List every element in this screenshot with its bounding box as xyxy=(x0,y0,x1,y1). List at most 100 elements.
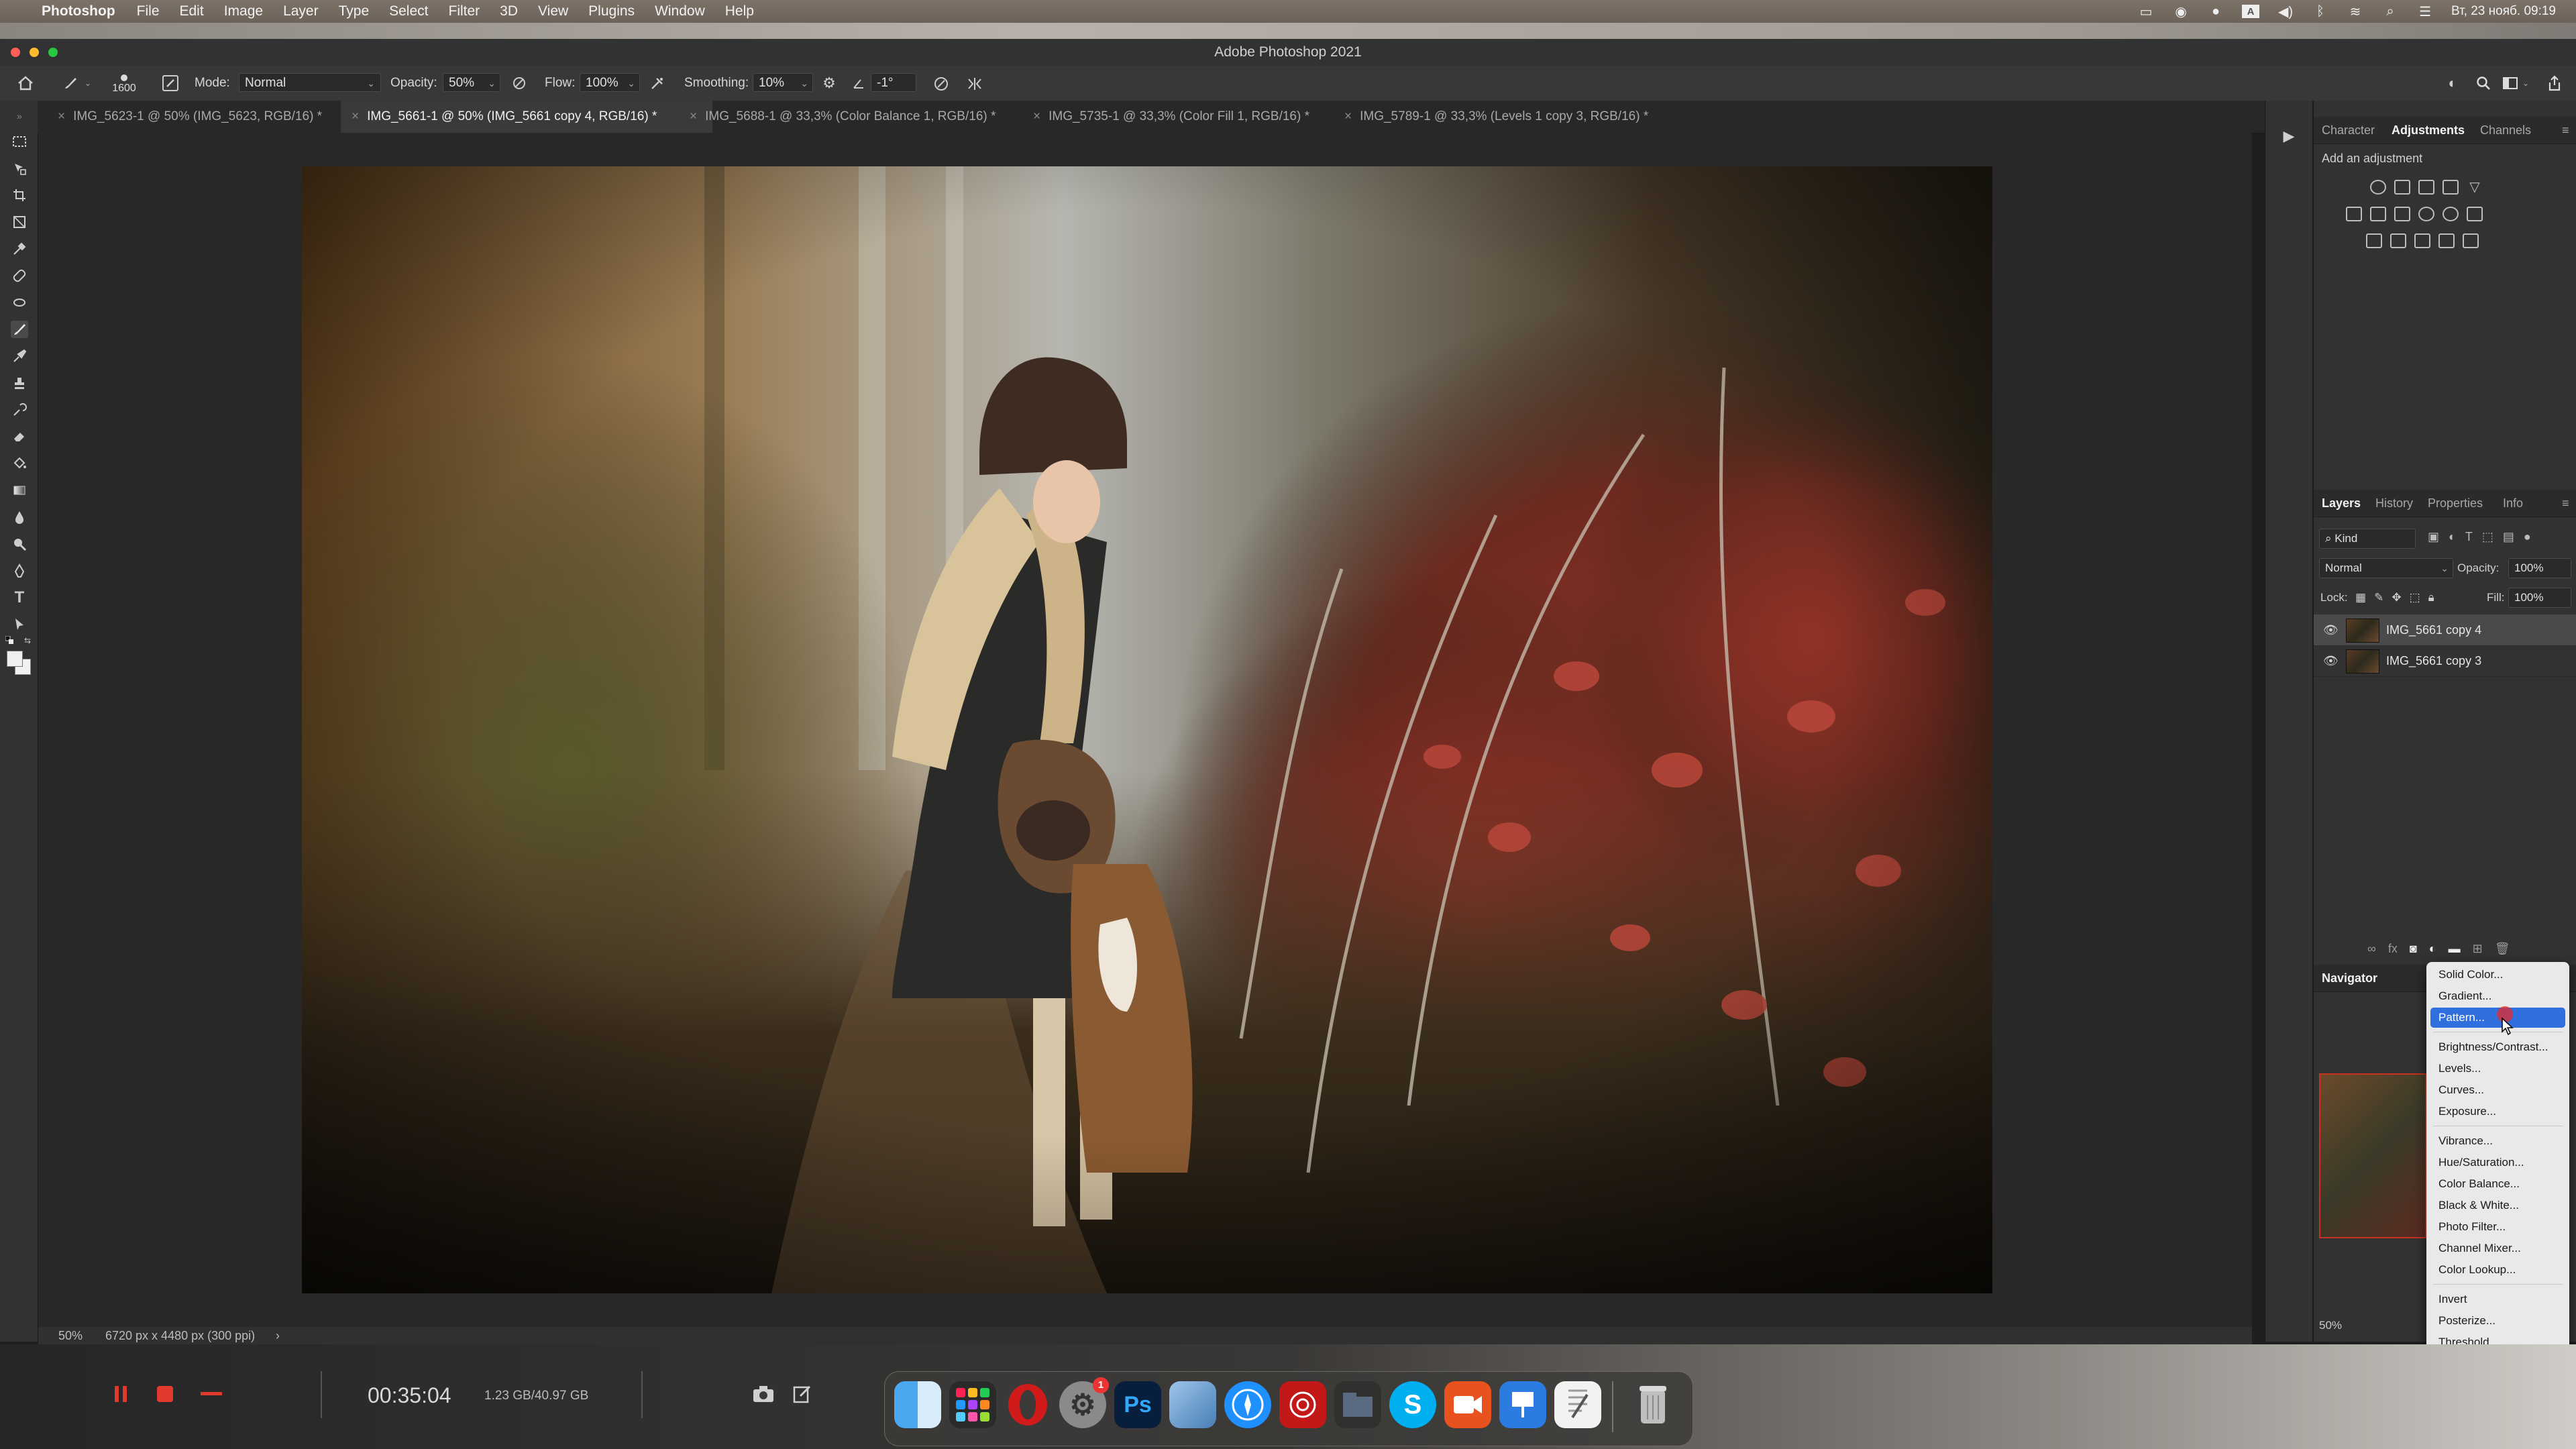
menu-item-exposure[interactable]: Exposure... xyxy=(2430,1102,2565,1122)
workspace-icon[interactable] xyxy=(2501,74,2520,93)
posterize-icon[interactable] xyxy=(2390,233,2406,248)
lock-position-icon[interactable]: ✥ xyxy=(2392,588,2401,608)
navigator-zoom[interactable]: 50% xyxy=(2319,1319,2342,1332)
selective-color-icon[interactable] xyxy=(2463,233,2479,248)
menu-item-vibrance[interactable]: Vibrance... xyxy=(2430,1131,2565,1151)
user-icon[interactable]: ● xyxy=(2207,4,2224,19)
bluetooth-icon[interactable]: ᛒ xyxy=(2312,4,2329,19)
edit-note-icon[interactable] xyxy=(792,1383,813,1405)
path-selection-tool-icon[interactable] xyxy=(11,616,28,633)
close-tab-icon[interactable]: × xyxy=(352,109,359,123)
screen-mirroring-icon[interactable]: ▭ xyxy=(2137,5,2155,19)
menu-item-channel-mixer[interactable]: Channel Mixer... xyxy=(2430,1238,2565,1258)
visibility-eye-icon[interactable]: 👁︎ xyxy=(2323,653,2339,668)
pause-recording-icon[interactable] xyxy=(111,1383,130,1405)
color-lookup-icon[interactable] xyxy=(2467,207,2483,221)
tab-navigator[interactable]: Navigator xyxy=(2322,965,2377,991)
pen-tool-icon[interactable] xyxy=(11,562,28,580)
tab-img-5661[interactable]: × IMG_5661-1 @ 50% (IMG_5661 copy 4, RGB/… xyxy=(341,101,712,133)
marquee-tool-icon[interactable] xyxy=(11,133,28,150)
status-menu-arrow[interactable]: › xyxy=(276,1327,280,1344)
lock-all-icon[interactable]: 🔒︎ xyxy=(2428,588,2434,608)
healing-brush-tool-icon[interactable] xyxy=(11,267,28,284)
camera-snapshot-icon[interactable] xyxy=(751,1383,775,1405)
color-swatches[interactable] xyxy=(5,649,32,676)
system-preferences-icon[interactable]: ⚙ 1 xyxy=(1059,1377,1109,1428)
airbrush-icon[interactable] xyxy=(649,75,665,91)
menu-select[interactable]: Select xyxy=(389,3,428,19)
pressure-opacity-icon[interactable] xyxy=(511,75,527,91)
search-icon[interactable] xyxy=(2474,74,2493,93)
filter-toggle-icon[interactable]: ● xyxy=(2524,530,2531,544)
brush-tool-icon[interactable] xyxy=(11,321,28,338)
photoshop-icon[interactable]: Ps xyxy=(1114,1381,1161,1428)
play-action-icon[interactable]: ▶ xyxy=(2279,126,2299,146)
type-filter-icon[interactable]: T xyxy=(2465,530,2473,544)
frame-tool-icon[interactable] xyxy=(11,213,28,231)
delete-layer-icon[interactable]: 🗑︎ xyxy=(2495,942,2510,956)
menu-item-photo-filter[interactable]: Photo Filter... xyxy=(2430,1217,2565,1237)
crop-tool-icon[interactable] xyxy=(11,186,28,204)
patch-tool-icon[interactable] xyxy=(11,294,28,311)
brush-tool-preset-icon[interactable] xyxy=(60,74,80,93)
chevron-down-icon[interactable]: ⌄ xyxy=(2522,66,2529,101)
panel-menu-icon[interactable]: ≡ xyxy=(2562,117,2569,144)
stop-recording-icon[interactable] xyxy=(156,1385,174,1403)
preview-icon[interactable] xyxy=(1169,1381,1216,1428)
menu-item-color-lookup[interactable]: Color Lookup... xyxy=(2430,1260,2565,1280)
launchpad-icon[interactable] xyxy=(949,1381,996,1428)
layer-opacity-input[interactable]: 100% xyxy=(2508,558,2571,578)
smoothing-input[interactable]: 10% ⌄ xyxy=(753,73,813,92)
tab-character[interactable]: Character xyxy=(2322,117,2375,144)
tab-img-5688[interactable]: × IMG_5688-1 @ 33,3% (Color Balance 1, RG… xyxy=(679,101,1052,133)
document-info[interactable]: 6720 px x 4480 px (300 ppi) xyxy=(105,1327,255,1344)
document-image[interactable] xyxy=(302,166,1992,1293)
input-source-icon[interactable]: A xyxy=(2242,5,2260,18)
menu-plugins[interactable]: Plugins xyxy=(588,3,635,19)
lock-transparency-icon[interactable]: ▦ xyxy=(2355,588,2366,608)
screen-recorder-icon[interactable] xyxy=(1444,1381,1491,1428)
menu-item-hue-saturation[interactable]: Hue/Saturation... xyxy=(2430,1152,2565,1173)
clone-stamp-tool-icon[interactable] xyxy=(11,374,28,392)
menu-item-solid-color[interactable]: Solid Color... xyxy=(2430,965,2565,985)
threshold-icon[interactable] xyxy=(2414,233,2430,248)
invert-icon[interactable] xyxy=(2366,233,2382,248)
brush-size-picker[interactable]: 1600 xyxy=(107,70,141,99)
menu-layer[interactable]: Layer xyxy=(283,3,319,19)
menu-3d[interactable]: 3D xyxy=(500,3,518,19)
new-layer-icon[interactable]: ⊞ xyxy=(2473,942,2483,956)
new-group-icon[interactable]: ▬ xyxy=(2449,942,2461,956)
tab-properties[interactable]: Properties xyxy=(2428,490,2483,517)
paint-bucket-tool-icon[interactable] xyxy=(11,455,28,472)
smoothing-options-gear-icon[interactable]: ⚙ xyxy=(821,74,837,91)
close-tab-icon[interactable]: × xyxy=(58,109,65,123)
opera-icon[interactable] xyxy=(1004,1381,1051,1428)
channel-mixer-icon[interactable] xyxy=(2443,207,2459,221)
layer-style-fx-icon[interactable]: fx xyxy=(2388,942,2398,956)
color-balance-icon[interactable] xyxy=(2370,207,2386,221)
mode-select[interactable]: Normal ⌄ xyxy=(239,73,381,92)
mixer-brush-tool-icon[interactable] xyxy=(11,347,28,365)
add-mask-icon[interactable]: ◙ xyxy=(2410,942,2417,956)
brightness-contrast-icon[interactable] xyxy=(2370,180,2386,195)
menu-file[interactable]: File xyxy=(137,3,160,19)
gradient-map-icon[interactable] xyxy=(2438,233,2455,248)
tab-channels[interactable]: Channels xyxy=(2480,117,2531,144)
menubar-clock[interactable]: Вт, 23 нояб. 09:19 xyxy=(2451,4,2556,19)
tab-history[interactable]: History xyxy=(2375,490,2413,517)
zoom-level[interactable]: 50% xyxy=(58,1327,83,1344)
menu-edit[interactable]: Edit xyxy=(180,3,204,19)
layer-row[interactable]: 👁︎ IMG_5661 copy 4 xyxy=(2314,614,2576,646)
close-tab-icon[interactable]: × xyxy=(1344,109,1352,123)
pressure-size-icon[interactable] xyxy=(932,75,950,93)
navigator-preview[interactable] xyxy=(2319,1073,2426,1238)
wifi-icon[interactable]: ≋ xyxy=(2347,5,2364,19)
smart-object-filter-icon[interactable]: ▤ xyxy=(2503,530,2514,544)
brush-settings-panel-icon[interactable] xyxy=(162,75,178,91)
blend-mode-select[interactable]: Normal ⌄ xyxy=(2319,558,2453,578)
photo-filter-icon[interactable] xyxy=(2418,207,2434,221)
lock-artboard-icon[interactable]: ⬚ xyxy=(2410,588,2420,608)
menu-item-gradient[interactable]: Gradient... xyxy=(2430,986,2565,1006)
shape-filter-icon[interactable]: ⬚ xyxy=(2482,530,2493,544)
menu-item-invert[interactable]: Invert xyxy=(2430,1289,2565,1309)
